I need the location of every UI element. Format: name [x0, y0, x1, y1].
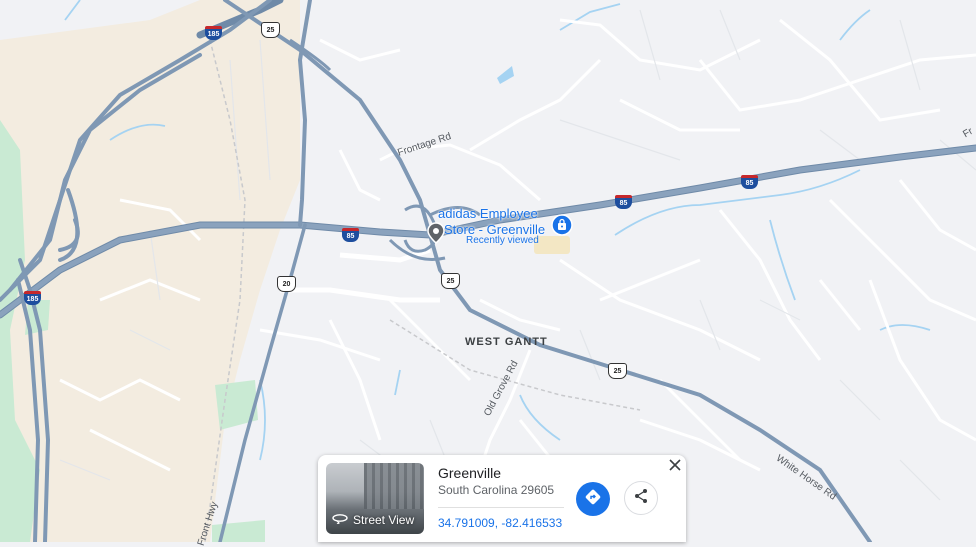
street-view-text: Street View	[353, 512, 415, 527]
close-button[interactable]	[666, 458, 684, 476]
interstate-185-shield: 185	[205, 26, 222, 40]
poi-name-line1[interactable]: adidas Employee	[438, 206, 538, 221]
shopping-bag-icon[interactable]	[551, 214, 573, 236]
us-route-25-shield: 25	[608, 363, 627, 379]
street-view-label: Street View	[332, 512, 414, 527]
interstate-85-shield: 85	[741, 175, 758, 189]
interstate-185-shield: 185	[24, 291, 41, 305]
us-route-25-shield: 25	[441, 273, 460, 289]
poi-recently-viewed: Recently viewed	[466, 235, 539, 246]
share-icon	[633, 488, 649, 509]
share-button[interactable]	[624, 481, 658, 515]
map-pin-icon[interactable]	[427, 222, 445, 244]
neighborhood-label: WEST GANTT	[465, 336, 548, 348]
interstate-85-shield: 85	[342, 228, 359, 242]
360-view-icon	[332, 512, 348, 527]
close-icon	[669, 458, 681, 476]
directions-icon	[585, 489, 601, 510]
location-info-card: Street View Greenville South Carolina 29…	[318, 455, 686, 542]
divider	[438, 507, 564, 508]
directions-button[interactable]	[576, 482, 610, 516]
us-route-25-shield: 25	[261, 22, 280, 38]
us-route-20-shield: 20	[277, 276, 296, 292]
place-title: Greenville	[438, 465, 502, 481]
street-view-image	[364, 463, 424, 509]
interstate-85-shield: 85	[615, 195, 632, 209]
coordinates-link[interactable]: 34.791009, -82.416533	[438, 516, 562, 530]
street-view-thumbnail[interactable]: Street View	[326, 463, 424, 534]
place-subtitle: South Carolina 29605	[438, 483, 555, 497]
poi-building	[534, 236, 570, 254]
